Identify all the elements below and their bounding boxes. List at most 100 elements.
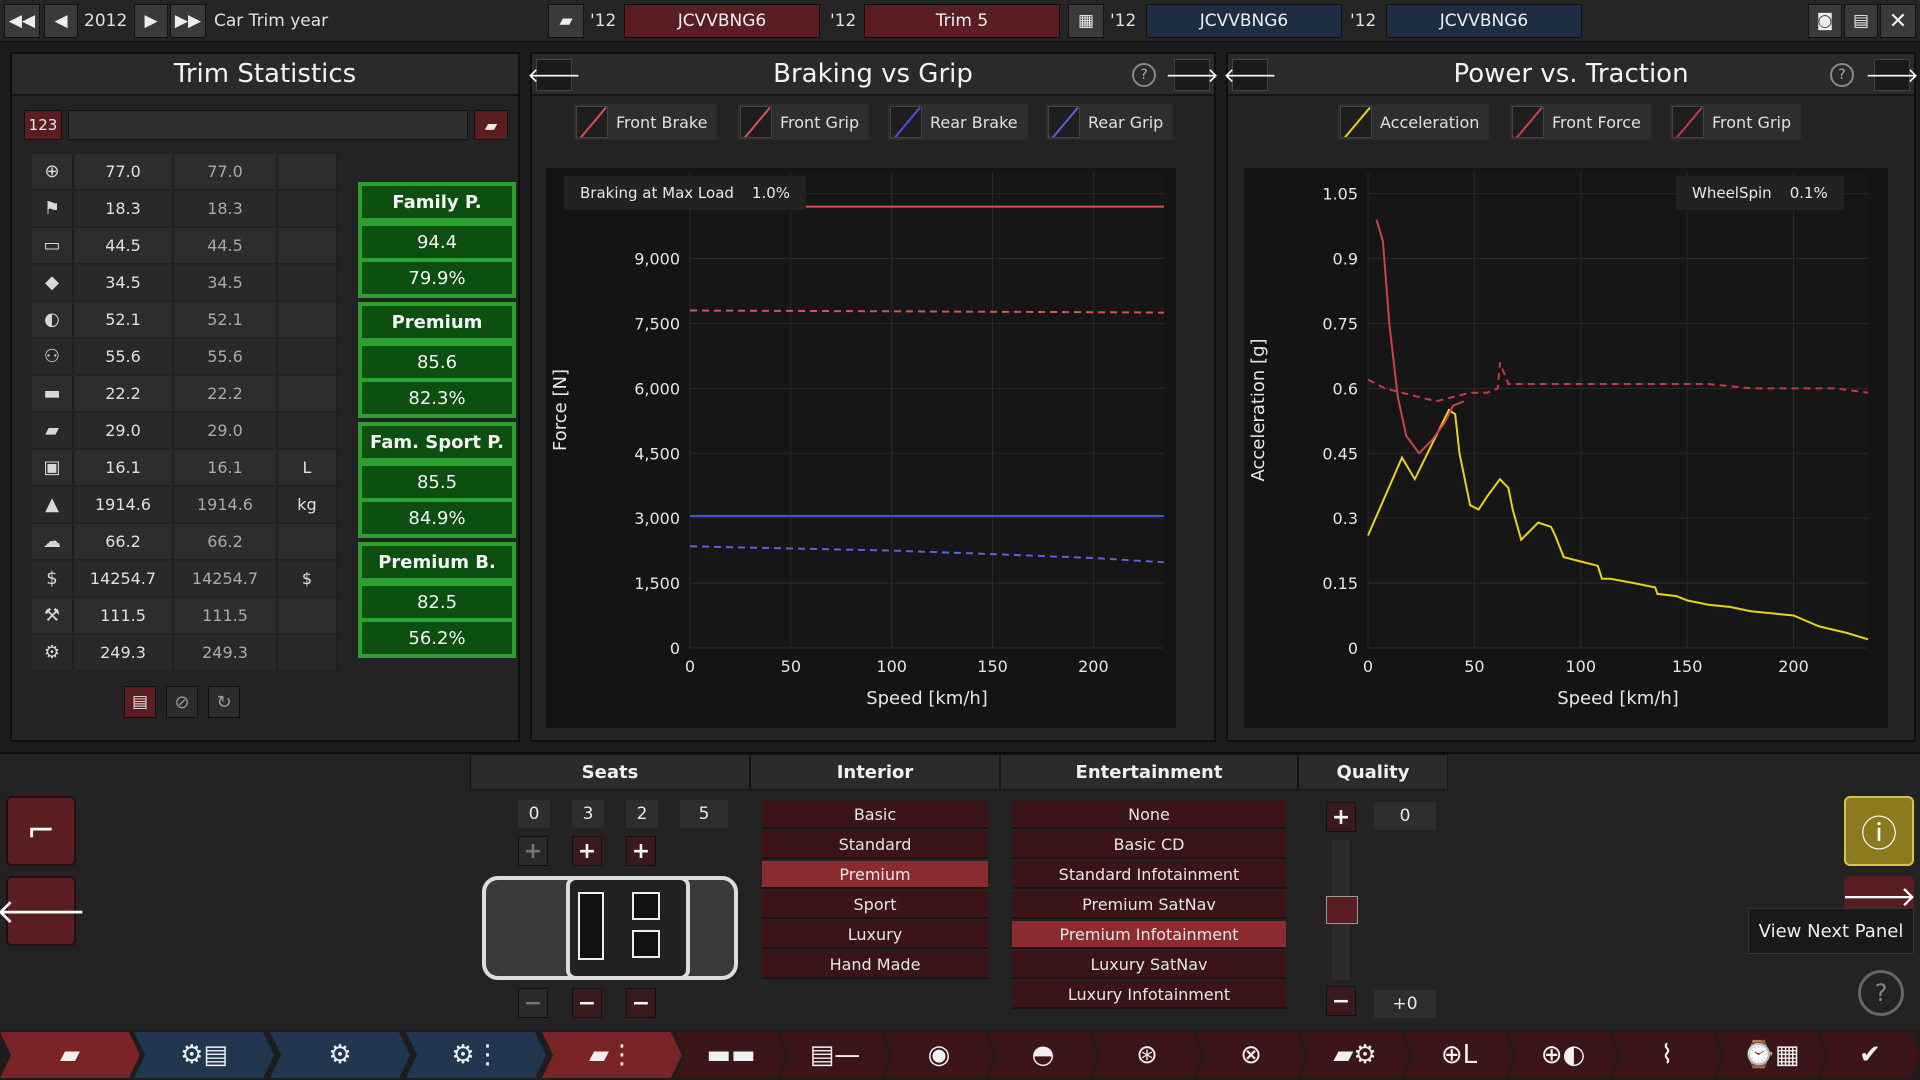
trim-seats-icon[interactable]: ▰⋮: [542, 1032, 682, 1078]
entertainment-option[interactable]: Luxury SatNav: [1012, 951, 1286, 979]
seats-count-c: 2: [626, 800, 658, 828]
legend-entry[interactable]: Acceleration: [1338, 104, 1490, 140]
seats-remove-mid-button[interactable]: −: [572, 988, 602, 1018]
headlight-icon[interactable]: ◉: [884, 1032, 994, 1078]
stat-value: 34.5: [74, 265, 174, 300]
refresh-icon[interactable]: ↻: [208, 686, 240, 718]
car-body-icon[interactable]: ▰: [0, 1032, 140, 1078]
stat-value: 1914.6: [74, 487, 174, 522]
camera-icon[interactable]: ◙: [1808, 4, 1842, 38]
car-select-icon[interactable]: ▰: [548, 4, 584, 38]
calculator-icon[interactable]: ▤: [1844, 4, 1878, 38]
tire-safety-icon[interactable]: ⊕◐: [1508, 1032, 1618, 1078]
score-market-name[interactable]: Family P.: [358, 182, 516, 222]
seats-remove-front-button[interactable]: −: [518, 988, 548, 1018]
sel2-trim[interactable]: JCVVBNG6: [1386, 4, 1582, 38]
checkmark-icon[interactable]: ✔: [1820, 1032, 1920, 1078]
legend-entry[interactable]: Front Brake: [574, 104, 718, 140]
score-percent: 56.2%: [358, 618, 516, 658]
seats-remove-rear-button[interactable]: −: [626, 988, 656, 1018]
prev-year-icon[interactable]: ◀: [44, 4, 78, 38]
y-tick-label: 0.3: [1333, 509, 1358, 528]
next-panel-icon[interactable]: 🡒: [1865, 59, 1919, 91]
report-icon[interactable]: ▤: [124, 686, 156, 718]
legend-entry[interactable]: Front Grip: [738, 104, 870, 140]
interior-icon[interactable]: ▤—: [780, 1032, 890, 1078]
entertainment-option[interactable]: Standard Infotainment: [1012, 861, 1286, 889]
interior-option[interactable]: Sport: [762, 891, 988, 919]
quality-slider-handle[interactable]: [1326, 896, 1358, 924]
score-value: 94.4: [358, 222, 516, 262]
sel2-model[interactable]: JCVVBNG6: [1146, 4, 1342, 38]
next-panel-icon[interactable]: 🡒: [1165, 59, 1219, 91]
prev-panel-icon[interactable]: 🡐: [1223, 59, 1277, 91]
next-year-icon[interactable]: ▶: [134, 4, 168, 38]
score-market-name[interactable]: Fam. Sport P.: [358, 422, 516, 462]
legend-entry[interactable]: Front Force: [1510, 104, 1651, 140]
folder-car-icon[interactable]: ▰: [474, 110, 508, 140]
back-arrow-icon[interactable]: 🡐: [0, 876, 87, 946]
entertainment-option[interactable]: Basic CD: [1012, 831, 1286, 859]
quality-increase-button[interactable]: +: [1326, 802, 1356, 832]
seat-layout-icon[interactable]: ▬▬: [676, 1032, 786, 1078]
clear-icon[interactable]: ⊘: [166, 686, 198, 718]
stat-value: 14254.7: [74, 561, 174, 596]
power-readout: WheelSpin 0.1%: [1676, 176, 1844, 210]
stat-row: ▭ 44.5 44.5: [32, 228, 348, 263]
search-filter-badge[interactable]: 123: [24, 110, 62, 140]
stat-compare-value: 14254.7: [174, 561, 278, 596]
search-input[interactable]: [68, 110, 468, 140]
legend-entry[interactable]: Front Grip: [1670, 104, 1802, 140]
help-icon[interactable]: ?: [1858, 970, 1904, 1016]
chassis-suspension-icon[interactable]: ⚙▤: [134, 1032, 274, 1078]
score-market-name[interactable]: Premium B.: [358, 542, 516, 582]
x-axis-label: Speed [km/h]: [1557, 688, 1679, 709]
quality-decrease-button[interactable]: −: [1326, 986, 1356, 1016]
skip-back-icon[interactable]: ◀◀: [4, 4, 40, 38]
sel1-trim[interactable]: Trim 5: [864, 4, 1060, 38]
entertainment-header: Entertainment: [1000, 754, 1298, 790]
help-icon[interactable]: ?: [1132, 63, 1156, 87]
seats-add-rear-button[interactable]: +: [626, 836, 656, 866]
plot-background: [690, 172, 1164, 648]
y-tick-label: 4,500: [634, 444, 680, 463]
skip-forward-icon[interactable]: ▶▶: [170, 4, 206, 38]
help-icon[interactable]: ?: [1830, 63, 1854, 87]
wheel-icon[interactable]: ⊛: [1092, 1032, 1202, 1078]
braking-plot-area: 0 50 100 150 200 0 1,500 3,000 4,500 6,000 7,500 9,…: [546, 168, 1176, 728]
test-track-icon[interactable]: ⌚▦: [1716, 1032, 1826, 1078]
warning-icon[interactable]: ⓘ: [1844, 796, 1914, 866]
legend-entry[interactable]: Rear Grip: [1046, 104, 1174, 140]
entertainment-option[interactable]: Premium Infotainment: [1012, 921, 1286, 949]
entertainment-option[interactable]: Premium SatNav: [1012, 891, 1286, 919]
close-icon[interactable]: ✕: [1880, 4, 1916, 38]
legend-label: Rear Brake: [930, 112, 1018, 132]
entertainment-option[interactable]: Luxury Infotainment: [1012, 981, 1286, 1009]
legend-entry[interactable]: Rear Brake: [888, 104, 1028, 140]
steering-icon[interactable]: ⊕L: [1404, 1032, 1514, 1078]
sel1-model[interactable]: JCVVBNG6: [624, 4, 820, 38]
stat-unit: [278, 598, 338, 633]
legend-label: Rear Grip: [1088, 112, 1164, 132]
fixture-chart-icon[interactable]: ⌐: [6, 796, 76, 866]
gear-half-icon[interactable]: ◓: [988, 1032, 1098, 1078]
compare-icon[interactable]: ▦: [1068, 4, 1104, 38]
interior-option[interactable]: Standard: [762, 831, 988, 859]
seats-add-mid-button[interactable]: +: [572, 836, 602, 866]
interior-option[interactable]: Basic: [762, 801, 988, 829]
aero-icon[interactable]: ▰⚙: [1300, 1032, 1410, 1078]
entertainment-option[interactable]: None: [1012, 801, 1286, 829]
stat-unit: [278, 302, 338, 337]
interior-option[interactable]: Premium: [762, 861, 988, 889]
interior-option[interactable]: Luxury: [762, 921, 988, 949]
prev-panel-icon[interactable]: 🡐: [527, 59, 581, 91]
stat-compare-value: 52.1: [174, 302, 278, 337]
score-market-name[interactable]: Premium: [358, 302, 516, 342]
interior-option[interactable]: Hand Made: [762, 951, 988, 979]
seats-add-front-button[interactable]: +: [518, 836, 548, 866]
chassis-detail-icon[interactable]: ⚙⋮: [406, 1032, 546, 1078]
spring-icon[interactable]: ⌇: [1612, 1032, 1722, 1078]
chassis-icon[interactable]: ⚙: [270, 1032, 410, 1078]
brake-icon[interactable]: ⊗: [1196, 1032, 1306, 1078]
legend-label: Front Grip: [780, 112, 860, 132]
